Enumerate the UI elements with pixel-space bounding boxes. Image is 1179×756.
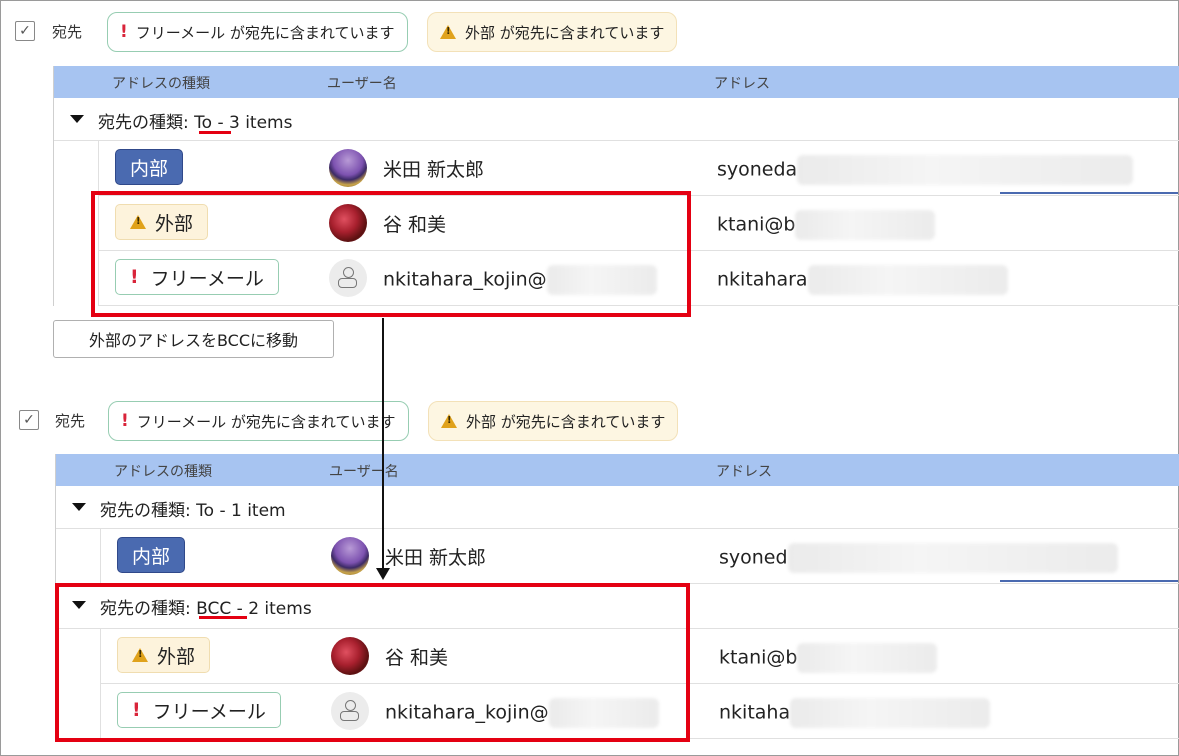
username: 米田 新太郎 <box>385 547 487 569</box>
address: nkitahara <box>717 265 1008 295</box>
group-header-to[interactable]: 宛先の種類: To - 1 item <box>56 486 1179 529</box>
move-external-to-bcc-button[interactable]: 外部のアドレスをBCCに移動 <box>53 320 334 358</box>
address-text: syoned <box>719 546 788 569</box>
address-text: nkitahara <box>717 268 808 291</box>
redacted-blur <box>790 698 991 728</box>
warning-icon <box>441 414 457 428</box>
address: nkitaha <box>719 698 991 728</box>
table-row[interactable]: 内部 米田 新太郎 syoned <box>100 529 1179 584</box>
group-label: 宛先の種類: To - 3 items <box>98 108 292 133</box>
group-prefix: 宛先の種類: <box>98 113 195 133</box>
row-selection-line <box>1000 580 1178 582</box>
table-header: アドレスの種類 ユーザー名 アドレス <box>56 454 1179 486</box>
group-header-to[interactable]: 宛先の種類: To - 3 items <box>54 98 1179 141</box>
collapse-triangle-icon[interactable] <box>72 503 86 511</box>
header-address-type[interactable]: アドレスの種類 <box>112 73 210 93</box>
warning-icon <box>440 25 456 39</box>
recipients-check-label: 宛先 <box>55 412 86 430</box>
move-arrow-head-icon <box>376 568 390 580</box>
freemail-warning-chip[interactable]: ! フリーメール が宛先に含まれています <box>108 401 409 441</box>
group-suffix: - 3 items <box>212 113 293 133</box>
address-type-badge: 内部 <box>115 149 184 185</box>
redacted-blur <box>807 265 1008 295</box>
highlight-underline-to <box>199 131 231 134</box>
header-address[interactable]: アドレス <box>716 461 772 481</box>
recipients-checkbox[interactable]: ✓ <box>15 21 35 41</box>
redacted-blur <box>787 543 1118 573</box>
move-arrow-line <box>382 318 384 570</box>
redacted-blur <box>797 155 1134 185</box>
highlight-box-bcc-group <box>55 583 690 742</box>
recipients-check-label: 宛先 <box>52 23 83 41</box>
highlight-underline-bcc <box>199 616 247 619</box>
group-label: 宛先の種類: To - 1 item <box>100 496 286 521</box>
chip-text: 外部 が宛先に含まれています <box>465 23 665 42</box>
freemail-warning-chip[interactable]: ! フリーメール が宛先に含まれています <box>107 12 408 52</box>
group-prefix: 宛先の種類: <box>100 501 197 521</box>
header-username[interactable]: ユーザー名 <box>329 461 399 481</box>
group-kind: To <box>194 113 213 133</box>
highlight-box-external-rows <box>91 191 691 317</box>
chip-text: 外部 が宛先に含まれています <box>466 412 666 431</box>
external-warning-chip[interactable]: 外部 が宛先に含まれています <box>427 12 678 52</box>
chip-text: フリーメール が宛先に含まれています <box>135 23 395 42</box>
address-text: ktani@b <box>719 646 798 669</box>
chip-text: フリーメール が宛先に含まれています <box>136 412 396 431</box>
header-username[interactable]: ユーザー名 <box>327 73 397 93</box>
collapse-triangle-icon[interactable] <box>70 115 84 123</box>
address-type-badge: 内部 <box>117 537 186 573</box>
recipients-checkbox[interactable]: ✓ <box>19 410 39 430</box>
header-address-type[interactable]: アドレスの種類 <box>114 461 212 481</box>
table-header: アドレスの種類 ユーザー名 アドレス <box>54 66 1179 98</box>
avatar <box>331 537 369 575</box>
address: ktani@b <box>717 210 936 240</box>
address-text: nkitaha <box>719 701 791 724</box>
address-text: syoneda <box>717 158 798 181</box>
address: ktani@b <box>719 643 938 673</box>
redacted-blur <box>797 643 938 673</box>
avatar <box>329 149 367 187</box>
group-kind: To <box>196 501 215 521</box>
row-selection-line <box>1000 192 1178 194</box>
exclamation-icon: ! <box>120 22 128 42</box>
address: syoneda <box>717 155 1134 185</box>
exclamation-icon: ! <box>121 411 129 431</box>
table-row[interactable]: 内部 米田 新太郎 syoneda <box>98 141 1179 196</box>
address-text: ktani@b <box>717 213 796 236</box>
group-suffix: - 1 item <box>214 501 286 521</box>
redacted-blur <box>795 210 936 240</box>
address: syoned <box>719 543 1118 573</box>
username: 米田 新太郎 <box>383 159 485 181</box>
header-address[interactable]: アドレス <box>714 73 770 93</box>
external-warning-chip[interactable]: 外部 が宛先に含まれています <box>428 401 679 441</box>
